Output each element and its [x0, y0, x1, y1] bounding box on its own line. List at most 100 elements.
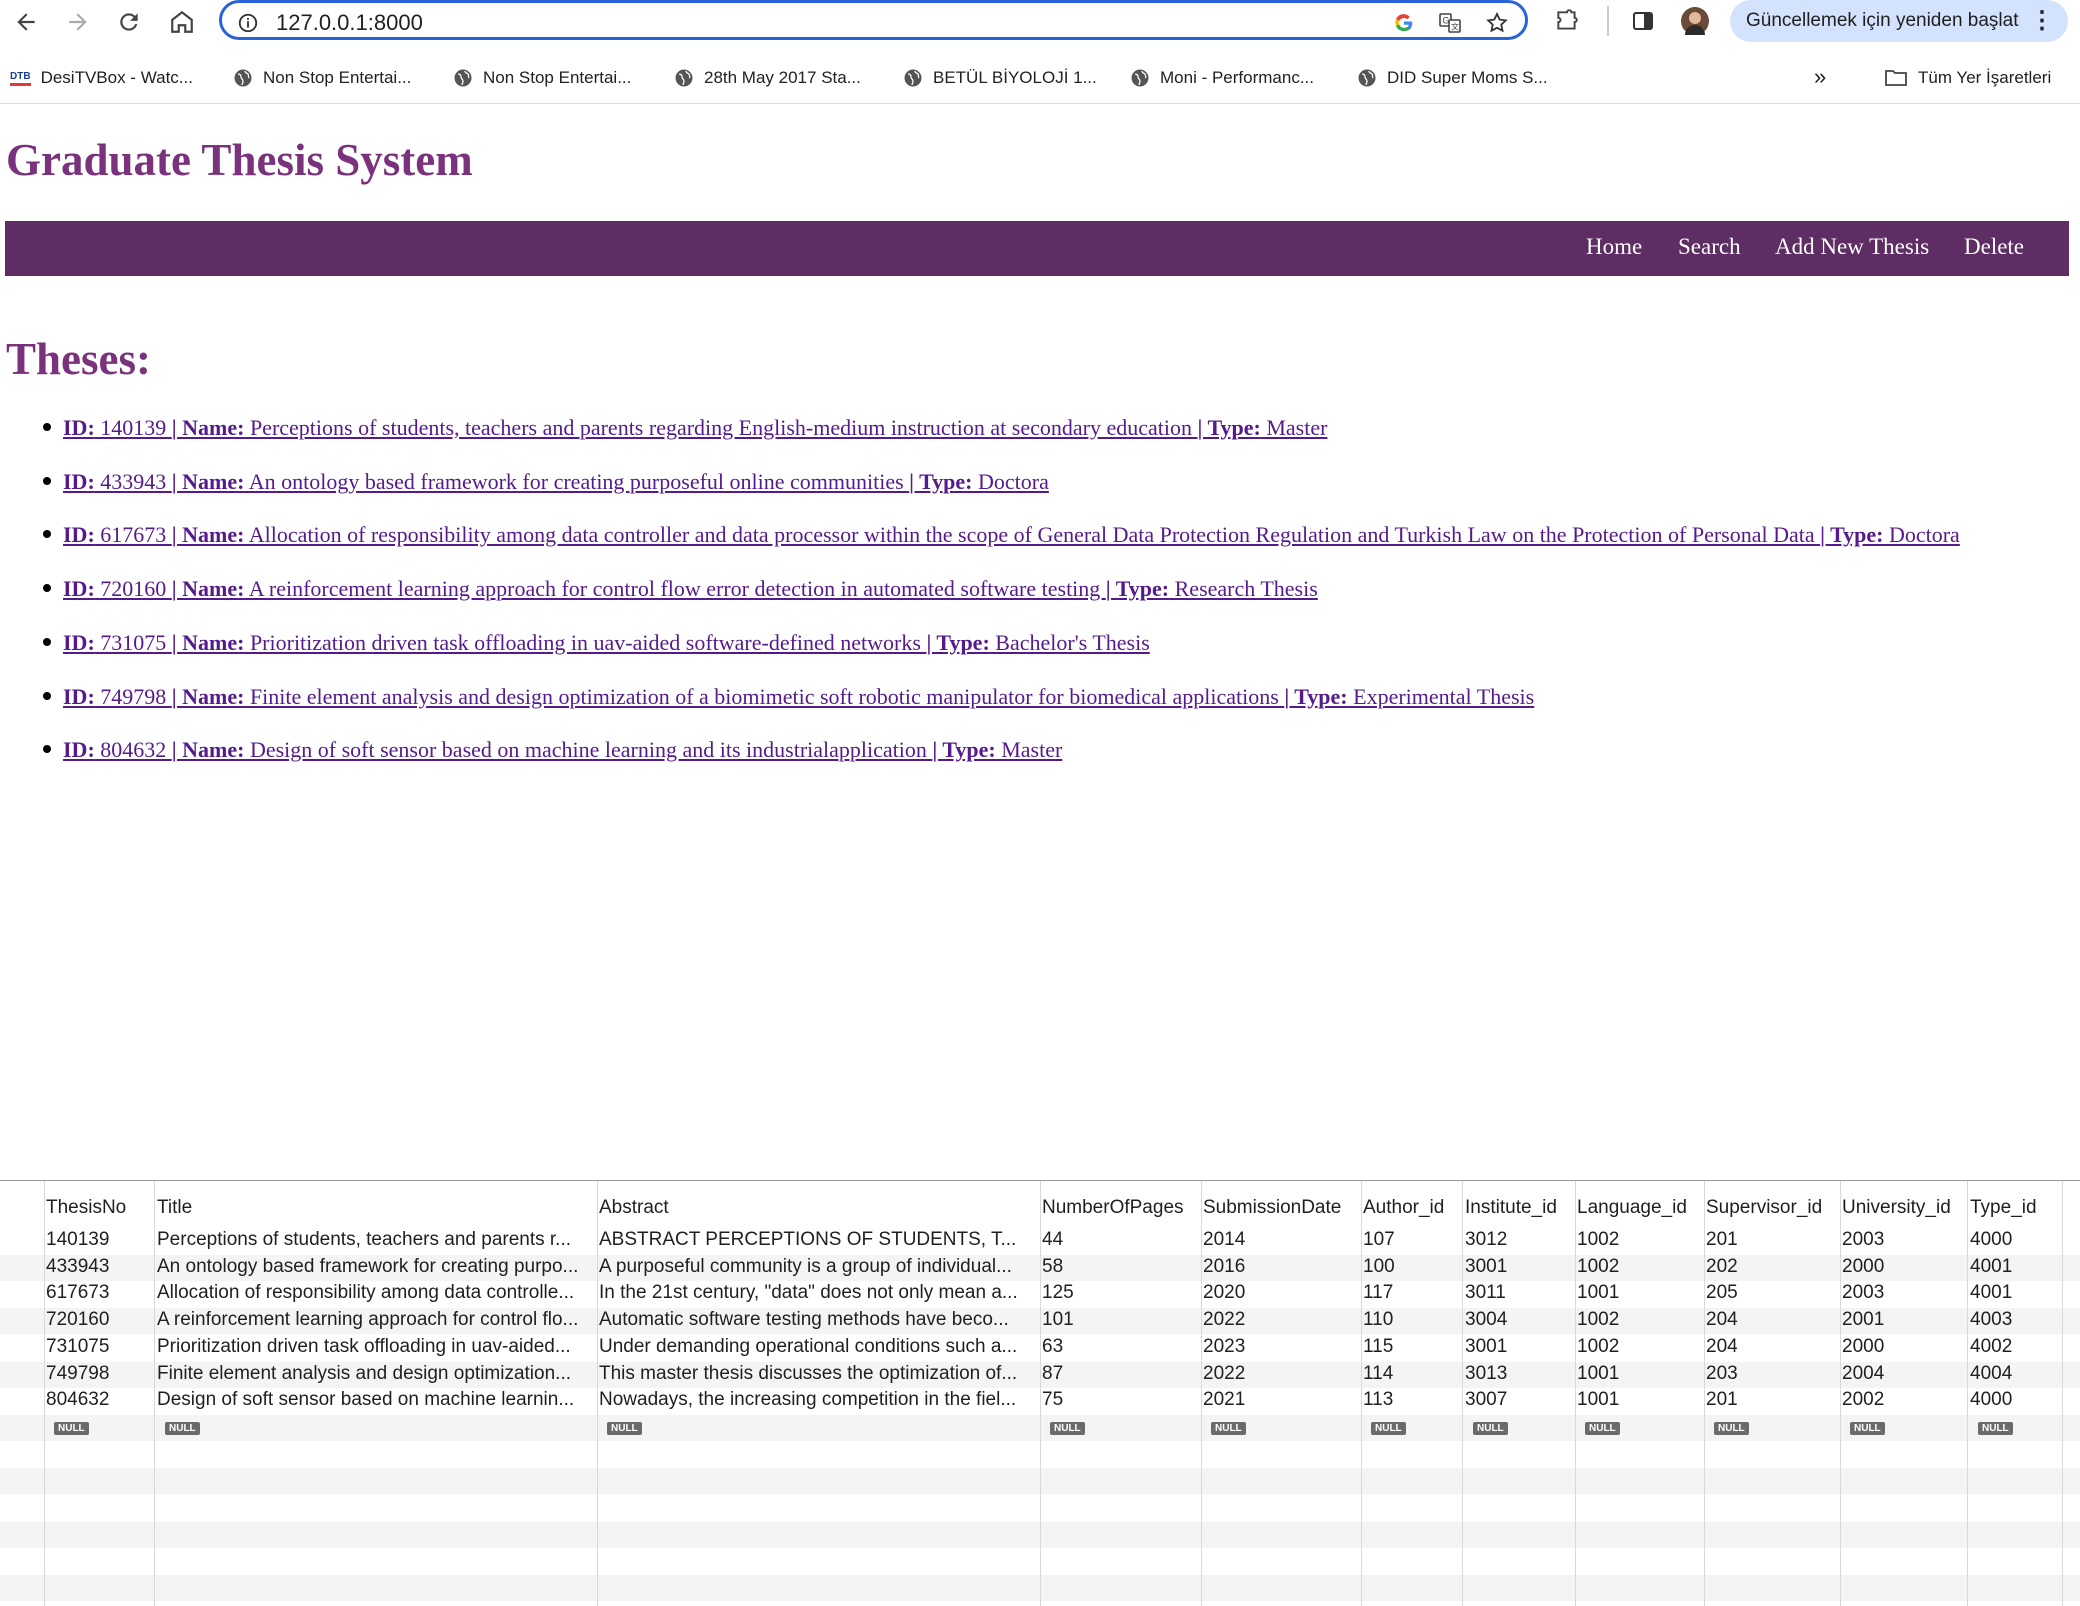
grid-cell-title[interactable]: An ontology based framework for creating… — [157, 1256, 593, 1278]
grid-cell-author-id[interactable]: 114 — [1363, 1363, 1459, 1385]
grid-header-author-id[interactable]: Author_id — [1363, 1197, 1444, 1219]
grid-cell-title[interactable]: Perceptions of students, teachers and pa… — [157, 1229, 593, 1251]
grid-cell-supervisor-id[interactable]: 204 — [1706, 1309, 1836, 1331]
thesis-link[interactable]: ID: 617673 | Name: Allocation of respons… — [63, 522, 1960, 548]
avatar[interactable] — [1681, 7, 1709, 35]
grid-cell-submissiondate[interactable]: 2016 — [1203, 1256, 1357, 1278]
column-divider[interactable] — [1201, 1181, 1202, 1606]
grid-cell-author-id[interactable]: 113 — [1363, 1389, 1459, 1411]
grid-cell-abstract[interactable]: In the 21st century, "data" does not onl… — [599, 1282, 1036, 1304]
reload-button[interactable] — [111, 4, 147, 40]
grid-cell-thesisno[interactable]: 749798 — [46, 1363, 151, 1385]
nav-add-thesis-link[interactable]: Add New Thesis — [1775, 234, 1929, 260]
null-badge[interactable]: NULL — [1585, 1421, 1620, 1435]
grid-header-institute-id[interactable]: Institute_id — [1465, 1197, 1557, 1219]
grid-header-abstract[interactable]: Abstract — [599, 1197, 669, 1219]
grid-cell-numberofpages[interactable]: 44 — [1042, 1229, 1197, 1251]
thesis-link[interactable]: ID: 749798 | Name: Finite element analys… — [63, 684, 1534, 710]
grid-cell-author-id[interactable]: 107 — [1363, 1229, 1459, 1251]
nav-search-link[interactable]: Search — [1678, 234, 1741, 260]
relaunch-update-button[interactable]: Güncellemek için yeniden başlat ⋮ — [1730, 0, 2068, 42]
column-divider[interactable] — [1361, 1181, 1362, 1606]
grid-cell-university-id[interactable]: 2004 — [1842, 1363, 1964, 1385]
thesis-link[interactable]: ID: 140139 | Name: Perceptions of studen… — [63, 415, 1327, 441]
grid-cell-abstract[interactable]: A purposeful community is a group of ind… — [599, 1256, 1036, 1278]
null-badge[interactable]: NULL — [1850, 1421, 1885, 1435]
grid-cell-author-id[interactable]: 100 — [1363, 1256, 1459, 1278]
bookmark-item[interactable]: Non Stop Entertai... — [233, 68, 411, 88]
grid-cell-numberofpages[interactable]: 75 — [1042, 1389, 1197, 1411]
grid-cell-abstract[interactable]: Nowadays, the increasing competition in … — [599, 1389, 1036, 1411]
grid-cell-submissiondate[interactable]: 2020 — [1203, 1282, 1357, 1304]
null-badge[interactable]: NULL — [1050, 1421, 1085, 1435]
grid-cell-institute-id[interactable]: 3004 — [1465, 1309, 1571, 1331]
grid-cell-abstract[interactable]: Under demanding operational conditions s… — [599, 1336, 1036, 1358]
grid-cell-institute-id[interactable]: 3007 — [1465, 1389, 1571, 1411]
grid-cell-numberofpages[interactable]: 63 — [1042, 1336, 1197, 1358]
grid-cell-type-id[interactable]: 4000 — [1970, 1229, 2070, 1251]
grid-cell-supervisor-id[interactable]: 201 — [1706, 1389, 1836, 1411]
grid-cell-university-id[interactable]: 2000 — [1842, 1256, 1964, 1278]
grid-cell-supervisor-id[interactable]: 204 — [1706, 1336, 1836, 1358]
nav-delete-link[interactable]: Delete — [1964, 234, 2024, 260]
grid-cell-title[interactable]: Design of soft sensor based on machine l… — [157, 1389, 593, 1411]
grid-cell-supervisor-id[interactable]: 205 — [1706, 1282, 1836, 1304]
grid-cell-abstract[interactable]: Automatic software testing methods have … — [599, 1309, 1036, 1331]
grid-cell-university-id[interactable]: 2001 — [1842, 1309, 1964, 1331]
url-text[interactable]: 127.0.0.1:8000 — [276, 10, 423, 36]
grid-cell-language-id[interactable]: 1001 — [1577, 1363, 1700, 1385]
grid-cell-thesisno[interactable]: 433943 — [46, 1256, 151, 1278]
grid-header-title[interactable]: Title — [157, 1197, 192, 1219]
grid-header-submissiondate[interactable]: SubmissionDate — [1203, 1197, 1341, 1219]
null-badge[interactable]: NULL — [1473, 1421, 1508, 1435]
grid-cell-supervisor-id[interactable]: 201 — [1706, 1229, 1836, 1251]
puzzle-icon[interactable] — [1552, 6, 1582, 36]
grid-cell-thesisno[interactable]: 731075 — [46, 1336, 151, 1358]
grid-cell-thesisno[interactable]: 140139 — [46, 1229, 151, 1251]
grid-cell-title[interactable]: Finite element analysis and design optim… — [157, 1363, 593, 1385]
grid-cell-type-id[interactable]: 4002 — [1970, 1336, 2070, 1358]
home-button[interactable] — [164, 4, 200, 40]
column-divider[interactable] — [44, 1181, 45, 1606]
grid-cell-type-id[interactable]: 4004 — [1970, 1363, 2070, 1385]
column-divider[interactable] — [1704, 1181, 1705, 1606]
grid-cell-title[interactable]: Prioritization driven task offloading in… — [157, 1336, 593, 1358]
grid-cell-institute-id[interactable]: 3011 — [1465, 1282, 1571, 1304]
grid-cell-language-id[interactable]: 1001 — [1577, 1389, 1700, 1411]
grid-cell-numberofpages[interactable]: 125 — [1042, 1282, 1197, 1304]
grid-header-supervisor-id[interactable]: Supervisor_id — [1706, 1197, 1822, 1219]
null-badge[interactable]: NULL — [1211, 1421, 1246, 1435]
null-badge[interactable]: NULL — [54, 1421, 89, 1435]
grid-cell-author-id[interactable]: 115 — [1363, 1336, 1459, 1358]
bookmark-item[interactable]: Non Stop Entertai... — [453, 68, 631, 88]
grid-cell-type-id[interactable]: 4003 — [1970, 1309, 2070, 1331]
grid-cell-submissiondate[interactable]: 2023 — [1203, 1336, 1357, 1358]
translate-icon[interactable]: G文 — [1436, 9, 1464, 37]
grid-cell-abstract[interactable]: This master thesis discusses the optimiz… — [599, 1363, 1036, 1385]
bookmark-item[interactable]: Moni - Performanc... — [1130, 68, 1314, 88]
grid-cell-supervisor-id[interactable]: 202 — [1706, 1256, 1836, 1278]
column-divider[interactable] — [1840, 1181, 1841, 1606]
grid-cell-language-id[interactable]: 1001 — [1577, 1282, 1700, 1304]
bookmark-item[interactable]: DID Super Moms S... — [1357, 68, 1548, 88]
grid-cell-university-id[interactable]: 2003 — [1842, 1229, 1964, 1251]
grid-cell-type-id[interactable]: 4001 — [1970, 1256, 2070, 1278]
null-badge[interactable]: NULL — [1371, 1421, 1406, 1435]
more-menu-icon[interactable]: ⋮ — [2030, 0, 2054, 42]
grid-header-thesisno[interactable]: ThesisNo — [46, 1197, 126, 1219]
grid-cell-title[interactable]: A reinforcement learning approach for co… — [157, 1309, 593, 1331]
grid-cell-type-id[interactable]: 4001 — [1970, 1282, 2070, 1304]
bookmark-item[interactable]: DTB DesiTVBox - Watc... — [10, 68, 193, 88]
null-badge[interactable]: NULL — [607, 1421, 642, 1435]
side-panel-icon[interactable] — [1628, 6, 1658, 36]
grid-cell-institute-id[interactable]: 3012 — [1465, 1229, 1571, 1251]
column-divider[interactable] — [154, 1181, 155, 1606]
grid-cell-numberofpages[interactable]: 87 — [1042, 1363, 1197, 1385]
grid-cell-institute-id[interactable]: 3013 — [1465, 1363, 1571, 1385]
grid-cell-submissiondate[interactable]: 2021 — [1203, 1389, 1357, 1411]
grid-cell-language-id[interactable]: 1002 — [1577, 1309, 1700, 1331]
grid-cell-thesisno[interactable]: 720160 — [46, 1309, 151, 1331]
column-divider[interactable] — [2062, 1181, 2063, 1606]
grid-cell-supervisor-id[interactable]: 203 — [1706, 1363, 1836, 1385]
grid-cell-submissiondate[interactable]: 2014 — [1203, 1229, 1357, 1251]
